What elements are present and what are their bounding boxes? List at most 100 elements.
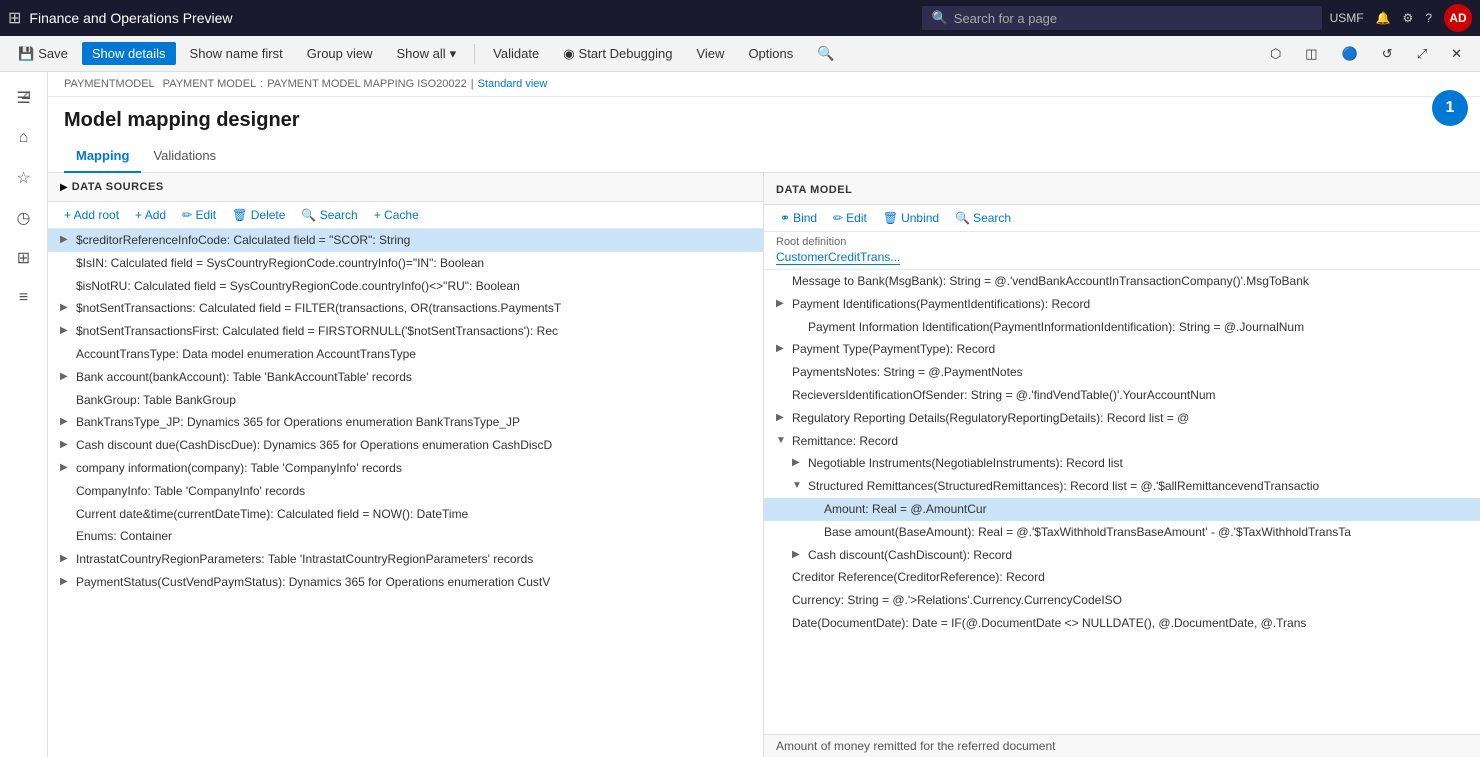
left-tree-item[interactable]: ▶ BankTransType_JP: Dynamics 365 for Ope… — [48, 411, 763, 434]
right-tree-item[interactable]: Base amount(BaseAmount): Real = @.'$TaxW… — [764, 521, 1480, 544]
tree-toggle-icon[interactable]: ▶ — [776, 343, 792, 354]
left-panel-header: ▶ DATA SOURCES — [48, 173, 763, 202]
sidebar-star-icon[interactable]: ☆ — [6, 160, 42, 196]
show-all-button[interactable]: Show all ▾ — [387, 42, 467, 66]
help-icon[interactable]: ? — [1425, 11, 1432, 25]
right-tree-item[interactable]: Payment Information Identification(Payme… — [764, 316, 1480, 339]
toolbar-icon-btn-2[interactable]: ◫ — [1295, 42, 1327, 66]
tree-toggle-icon[interactable]: ▶ — [60, 325, 76, 336]
right-edit-button[interactable]: ✏ Edit — [829, 209, 871, 227]
left-tree-item[interactable]: $isNotRU: Calculated field = SysCountryR… — [48, 275, 763, 298]
toolbar-close-button[interactable]: ✕ — [1441, 42, 1472, 66]
tree-toggle-icon[interactable]: ▶ — [776, 412, 792, 423]
cache-button[interactable]: + Cache — [370, 206, 423, 224]
show-details-button[interactable]: Show details — [82, 42, 176, 65]
right-search-icon: 🔍 — [955, 211, 970, 225]
left-tree-item[interactable]: AccountTransType: Data model enumeration… — [48, 343, 763, 366]
show-name-first-button[interactable]: Show name first — [180, 42, 293, 65]
left-tree-item[interactable]: ▶ IntrastatCountryRegionParameters: Tabl… — [48, 548, 763, 571]
toolbar-icon-btn-1[interactable]: ⬡ — [1260, 42, 1291, 66]
right-panel: DATA MODEL ⚭ Bind ✏ Edit 🗑 Unbind — [764, 173, 1480, 757]
settings-icon[interactable]: ⚙ — [1403, 11, 1414, 25]
sidebar-filter-icon[interactable]: ⊿ — [8, 76, 44, 112]
left-tree-item[interactable]: $IsIN: Calculated field = SysCountryRegi… — [48, 252, 763, 275]
tab-validations[interactable]: Validations — [141, 140, 228, 173]
toolbar-icon-btn-3[interactable]: 🔵 — [1332, 42, 1368, 66]
right-tree-item[interactable]: ▶ Payment Identifications(PaymentIdentif… — [764, 293, 1480, 316]
right-tree-item[interactable]: Date(DocumentDate): Date = IF(@.Document… — [764, 612, 1480, 635]
tree-toggle-icon[interactable]: ▶ — [60, 302, 76, 313]
avatar[interactable]: AD — [1444, 4, 1472, 32]
left-tree-item[interactable]: ▶ Cash discount due(CashDiscDue): Dynami… — [48, 434, 763, 457]
tree-toggle-icon[interactable]: ▶ — [60, 553, 76, 564]
tree-toggle-icon[interactable]: ▶ — [60, 439, 76, 450]
right-search-button[interactable]: 🔍 Search — [951, 209, 1015, 227]
right-tree-item[interactable]: RecieversIdentificationOfSender: String … — [764, 384, 1480, 407]
left-tree-item[interactable]: ▶ PaymentStatus(CustVendPaymStatus): Dyn… — [48, 571, 763, 594]
tree-item-text: CompanyInfo: Table 'CompanyInfo' records — [76, 483, 755, 500]
right-tree-item[interactable]: ▶ Regulatory Reporting Details(Regulator… — [764, 407, 1480, 430]
right-tree-item[interactable]: Creditor Reference(CreditorReference): R… — [764, 566, 1480, 589]
right-tree-item[interactable]: PaymentsNotes: String = @.PaymentNotes — [764, 361, 1480, 384]
search-button[interactable]: 🔍 Search — [297, 206, 361, 224]
left-tree-item[interactable]: ▶ $notSentTransactions: Calculated field… — [48, 297, 763, 320]
tree-toggle-icon[interactable]: ▶ — [60, 371, 76, 382]
search-bar[interactable]: 🔍 Search for a page — [922, 6, 1322, 30]
left-tree-item[interactable]: ▶ company information(company): Table 'C… — [48, 457, 763, 480]
left-tree-item[interactable]: Enums: Container — [48, 525, 763, 548]
toolbar-search-button[interactable]: 🔍 — [807, 41, 844, 66]
sidebar-clock-icon[interactable]: ◷ — [6, 200, 42, 236]
left-tree-item[interactable]: Current date&time(currentDateTime): Calc… — [48, 503, 763, 526]
right-tree-item[interactable]: ▶ Negotiable Instruments(NegotiableInstr… — [764, 452, 1480, 475]
tree-toggle-icon[interactable]: ▶ — [60, 576, 76, 587]
sidebar-grid-icon[interactable]: ⊞ — [6, 240, 42, 276]
toolbar-icon-btn-5[interactable]: ⤢ — [1407, 42, 1437, 66]
right-tree-item[interactable]: ▼ Remittance: Record — [764, 430, 1480, 453]
left-panel: ▶ DATA SOURCES + Add root + Add ✏ Edit 🗑… — [48, 173, 764, 757]
tree-toggle-icon[interactable]: ▼ — [792, 480, 808, 491]
tree-toggle-icon[interactable]: ▶ — [60, 416, 76, 427]
search-icon: 🔍 — [932, 10, 948, 26]
start-debugging-button[interactable]: ◉ Start Debugging — [553, 42, 682, 66]
tree-toggle-icon[interactable]: ▶ — [60, 462, 76, 473]
unbind-button[interactable]: 🗑 Unbind — [879, 209, 943, 227]
edit-button[interactable]: ✏ Edit — [178, 206, 220, 224]
tab-mapping[interactable]: Mapping — [64, 140, 141, 173]
bind-button[interactable]: ⚭ Bind — [776, 209, 821, 227]
right-tree-item[interactable]: Currency: String = @.'>Relations'.Curren… — [764, 589, 1480, 612]
tree-item-text: Cash discount due(CashDiscDue): Dynamics… — [76, 437, 755, 454]
right-tree-item[interactable]: ▼ Structured Remittances(StructuredRemit… — [764, 475, 1480, 498]
left-panel-toggle[interactable]: ▶ — [60, 182, 68, 193]
sidebar-home-icon[interactable]: ⌂ — [6, 120, 42, 156]
left-tree-item[interactable]: ▶ Bank account(bankAccount): Table 'Bank… — [48, 366, 763, 389]
save-button[interactable]: 💾 Save — [8, 42, 78, 66]
tree-toggle-icon[interactable]: ▶ — [776, 298, 792, 309]
tree-item-text: $creditorReferenceInfoCode: Calculated f… — [76, 232, 755, 249]
group-view-button[interactable]: Group view — [297, 42, 383, 65]
toolbar-icon-btn-4[interactable]: ↺ — [1372, 42, 1403, 66]
validate-button[interactable]: Validate — [483, 42, 549, 65]
right-tree-item[interactable]: ▶ Cash discount(CashDiscount): Record — [764, 544, 1480, 567]
add-button[interactable]: + Add — [131, 206, 170, 224]
add-root-button[interactable]: + Add root — [60, 206, 123, 224]
sidebar-list-icon[interactable]: ≡ — [6, 280, 42, 316]
right-tree-item[interactable]: ▶ Payment Type(PaymentType): Record — [764, 338, 1480, 361]
tree-toggle-icon[interactable]: ▶ — [792, 549, 808, 560]
left-tree-item[interactable]: ▶ $creditorReferenceInfoCode: Calculated… — [48, 229, 763, 252]
tree-toggle-icon[interactable]: ▶ — [60, 234, 76, 245]
right-panel-toolbar: ⚭ Bind ✏ Edit 🗑 Unbind 🔍 Search — [764, 205, 1480, 232]
left-tree-item[interactable]: ▶ $notSentTransactionsFirst: Calculated … — [48, 320, 763, 343]
root-def-value[interactable]: CustomerCreditTrans... — [776, 250, 900, 265]
tree-toggle-icon[interactable]: ▼ — [776, 435, 792, 446]
grid-icon[interactable]: ⊞ — [8, 8, 21, 28]
left-tree-item[interactable]: BankGroup: Table BankGroup — [48, 389, 763, 412]
left-tree-item[interactable]: CompanyInfo: Table 'CompanyInfo' records — [48, 480, 763, 503]
right-tree-item[interactable]: Message to Bank(MsgBank): String = @.'ve… — [764, 270, 1480, 293]
view-button[interactable]: View — [686, 42, 734, 65]
delete-button[interactable]: 🗑 Delete — [228, 206, 289, 224]
breadcrumb-view[interactable]: Standard view — [478, 78, 548, 90]
notification-icon[interactable]: 🔔 — [1376, 11, 1391, 25]
tree-toggle-icon[interactable]: ▶ — [792, 457, 808, 468]
right-tree-item[interactable]: Amount: Real = @.AmountCur — [764, 498, 1480, 521]
options-button[interactable]: Options — [738, 42, 803, 65]
